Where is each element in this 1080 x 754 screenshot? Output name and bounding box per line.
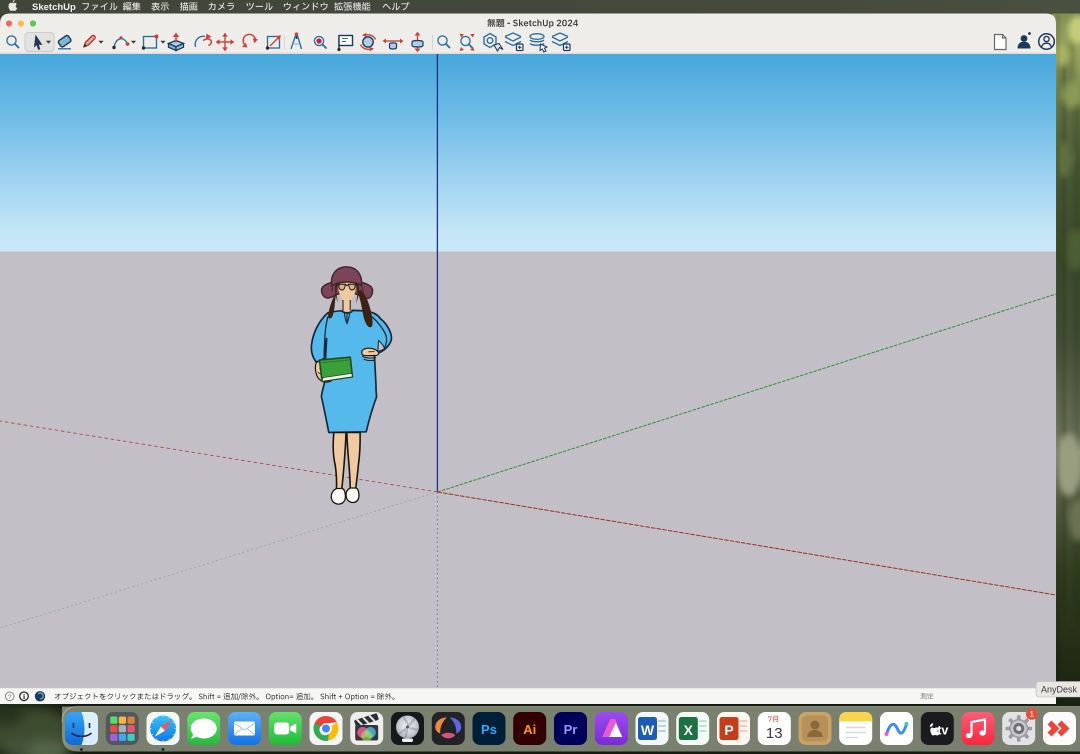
svg-text:W: W bbox=[641, 722, 655, 738]
svg-text:tv: tv bbox=[937, 724, 948, 738]
svg-text:i: i bbox=[23, 692, 25, 701]
svg-text:X: X bbox=[684, 722, 694, 738]
svg-text:?: ? bbox=[8, 694, 12, 701]
svg-text:P: P bbox=[724, 722, 733, 738]
svg-text:Pr: Pr bbox=[564, 722, 578, 737]
svg-text:1: 1 bbox=[1029, 709, 1034, 719]
svg-text:Ai: Ai bbox=[523, 722, 536, 737]
svg-text:Ps: Ps bbox=[481, 722, 497, 737]
svg-text:SketchUp: SketchUp bbox=[32, 2, 76, 13]
svg-text:13: 13 bbox=[766, 725, 783, 742]
svg-text:AnyDesk: AnyDesk bbox=[1041, 685, 1078, 695]
